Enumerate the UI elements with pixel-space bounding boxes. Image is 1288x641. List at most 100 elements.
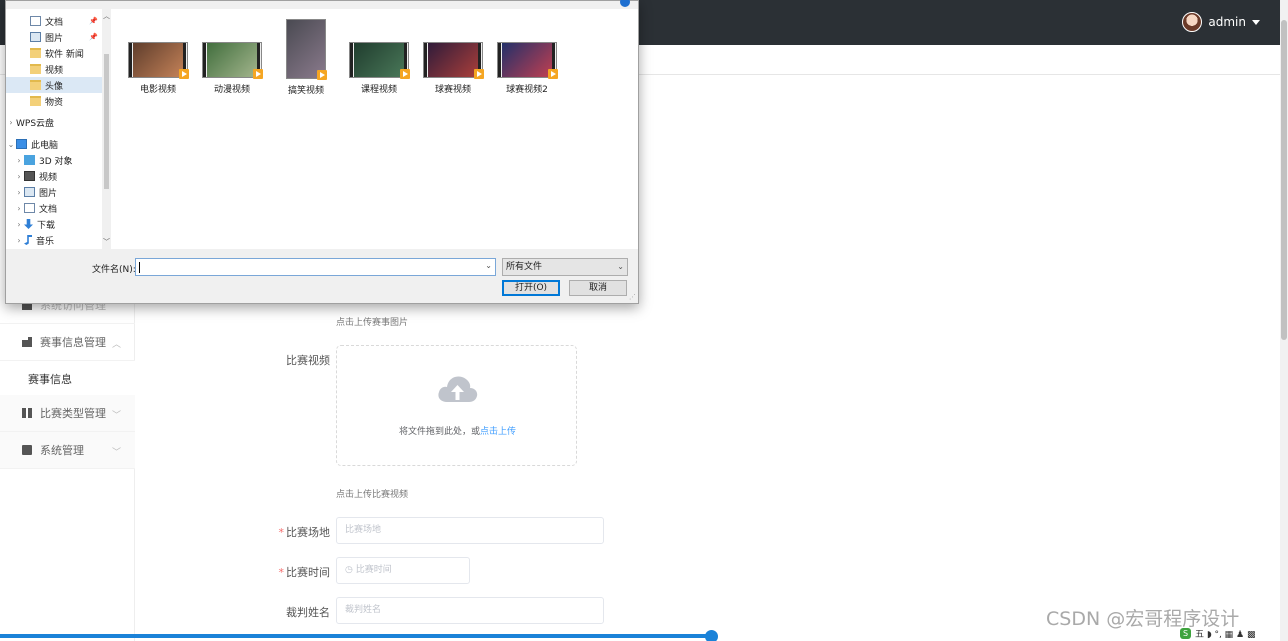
open-button[interactable]: 打开(O) [502, 280, 560, 296]
tree-item[interactable]: › 3D 对象 [6, 152, 102, 168]
video-file-item[interactable]: 动漫视频 [197, 42, 267, 95]
tree-item-label: 图片 [45, 33, 64, 44]
tree-item[interactable]: › 视频 [6, 168, 102, 184]
video-progress-bar[interactable] [0, 634, 712, 638]
video-upload-hint: 点击上传比赛视频 [336, 490, 409, 500]
referee-input[interactable]: 裁判姓名 [336, 597, 604, 624]
cancel-button[interactable]: 取消 [569, 280, 627, 296]
clock-icon: ◷ [345, 565, 356, 575]
user-menu[interactable]: admin [1182, 12, 1260, 32]
scroll-up-icon[interactable]: ︿ [103, 11, 110, 21]
tree-item-label: 文档 [39, 204, 58, 215]
tree-item[interactable]: › WPS云盘 [6, 114, 110, 152]
tree-item-label: 此电脑 [31, 140, 59, 151]
chevron-down-icon[interactable]: ⌄ [485, 261, 492, 270]
video-label: 比赛视频 [286, 354, 330, 367]
pin-icon[interactable]: 📌 [89, 33, 98, 41]
sidebar-item-label: 赛事信息 [28, 373, 72, 386]
ime-icon[interactable]: S [1180, 628, 1191, 639]
play-icon [548, 69, 558, 79]
sidebar-item-match-type-management[interactable]: 比赛类型管理 ﹀ [0, 395, 135, 432]
video-file-item[interactable]: 球赛视频 [418, 42, 488, 95]
chevron-down-icon[interactable]: ⌄ [6, 140, 16, 149]
chevron-down-icon: ﹀ [111, 448, 121, 458]
tree-item-label: 音乐 [36, 236, 55, 247]
video-file-item[interactable]: 电影视频 [123, 42, 193, 95]
chevron-right-icon[interactable]: › [14, 220, 24, 229]
chevron-down-icon[interactable]: ⌄ [617, 259, 624, 275]
tree-item-label: 文档 [45, 17, 64, 28]
venue-input[interactable]: 比赛场地 [336, 517, 604, 544]
sidebar-item-label: 比赛类型管理 [40, 407, 106, 420]
scroll-down-icon[interactable]: ﹀ [103, 237, 110, 247]
tray-icons[interactable]: 五 ◗ °, ▦ ♟ ▩ [1195, 627, 1255, 640]
time-placeholder: 比赛时间 [355, 565, 392, 575]
play-icon [179, 69, 189, 79]
resize-grip-icon[interactable]: ⋰ [629, 293, 636, 301]
download-icon [24, 219, 33, 229]
time-label: * 比赛时间 [240, 564, 331, 580]
file-name: 电影视频 [139, 85, 176, 95]
tree-item[interactable]: 物资 [6, 93, 102, 109]
video-file-item[interactable]: 搞笑视频 [271, 19, 341, 96]
pin-icon[interactable]: 📌 [89, 17, 98, 25]
film-strip [424, 43, 428, 77]
video-upload-dropzone[interactable]: 将文件拖到此处，或点击上传 [336, 345, 577, 466]
film-strip [203, 43, 207, 77]
video-thumbnail [202, 42, 263, 79]
scrollbar-thumb[interactable] [1281, 20, 1287, 340]
tree-item[interactable]: 头像 [6, 77, 102, 93]
picture-icon [24, 187, 35, 197]
video-file-item[interactable]: 课程视频 [344, 42, 414, 95]
required-mark: * [278, 526, 285, 539]
system-tray: S 五 ◗ °, ▦ ♟ ▩ [1180, 626, 1280, 641]
click-upload-link[interactable]: 点击上传 [480, 427, 516, 437]
page-scrollbar[interactable] [1280, 0, 1288, 641]
video-thumbnail [497, 42, 558, 79]
filename-input[interactable]: ⌄ [135, 258, 496, 276]
sidebar-item-event-info-management[interactable]: 赛事信息管理 ︿ [0, 324, 135, 361]
file-name: 动漫视频 [213, 85, 250, 95]
computer-icon [16, 139, 27, 149]
sidebar-item-event-info[interactable]: 赛事信息 [0, 361, 135, 398]
file-list: 电影视频 动漫视频 搞笑视频 课程视频 球赛视频 球赛视频2 [111, 9, 638, 249]
tree-item[interactable]: ⌄ 此电脑 [6, 136, 102, 152]
image-upload-hint: 点击上传赛事图片 [336, 318, 409, 328]
scrollbar-thumb[interactable] [104, 54, 109, 189]
tree-item[interactable]: › 下载 [6, 216, 102, 232]
referee-label: 裁判姓名 [286, 606, 330, 619]
chevron-right-icon[interactable]: › [14, 204, 24, 213]
chevron-right-icon[interactable]: › [14, 172, 24, 181]
sidebar-item-system-management[interactable]: 系统管理 ﹀ [0, 432, 135, 469]
file-type-value: 所有文件 [506, 262, 543, 272]
chevron-right-icon[interactable]: › [14, 156, 24, 165]
tree-item[interactable]: 文档 📌 [6, 13, 102, 29]
navigation-tree: 文档 📌 图片 📌 软件 新闻 视频 头像 物资 › WPS云盘 ⌄ 此电脑 › 3D 对象 › 视频 › 图片 ›… [6, 9, 110, 249]
grid-icon [22, 408, 32, 418]
tree-item[interactable]: › 文档 [6, 200, 102, 216]
folder-icon [30, 96, 41, 106]
tree-item[interactable]: › 图片 [6, 184, 102, 200]
help-icon[interactable] [620, 0, 630, 7]
tree-item[interactable]: 软件 新闻 [6, 45, 102, 61]
folder-icon [30, 64, 41, 74]
flag-icon [22, 337, 32, 347]
chevron-down-icon: ﹀ [111, 411, 121, 421]
chevron-right-icon[interactable]: › [14, 188, 24, 197]
progress-handle[interactable] [705, 630, 718, 641]
video-file-item[interactable]: 球赛视频2 [492, 42, 562, 95]
chevron-right-icon[interactable]: › [14, 236, 24, 245]
tree-scrollbar[interactable]: ︿ ﹀ [102, 9, 111, 249]
tree-item[interactable]: › 音乐 [6, 232, 102, 248]
film-strip [129, 43, 133, 77]
chevron-right-icon[interactable]: › [6, 118, 16, 127]
video-thumbnail [286, 19, 327, 80]
tree-item[interactable]: 图片 📌 [6, 29, 102, 45]
time-picker-input[interactable]: ◷ 比赛时间 [336, 557, 470, 584]
file-type-select[interactable]: 所有文件 ⌄ [502, 258, 628, 276]
avatar[interactable] [1182, 12, 1203, 32]
username[interactable]: admin [1208, 15, 1246, 29]
tree-item-label: 下载 [37, 220, 56, 231]
chevron-down-icon[interactable] [1252, 19, 1260, 25]
tree-item[interactable]: 视频 [6, 61, 102, 77]
